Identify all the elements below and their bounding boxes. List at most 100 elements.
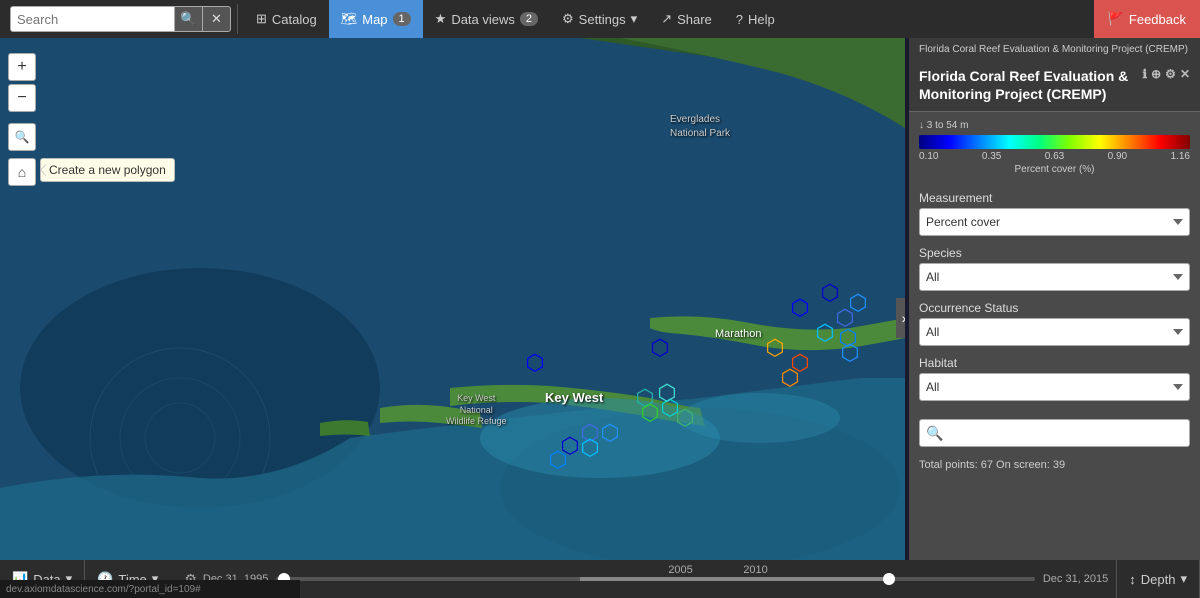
depth-label: ↓ 3 to 54 m bbox=[919, 120, 1190, 131]
catalog-label: Catalog bbox=[272, 12, 317, 27]
occurrence-label: Occurrence Status bbox=[919, 301, 1190, 315]
map-icon: 🗺 bbox=[341, 11, 358, 27]
colorbar-axis-label: Percent cover (%) bbox=[919, 164, 1190, 175]
help-icon: ? bbox=[736, 12, 743, 27]
panel-title-text: Florida Coral Reef Evaluation & Monitori… bbox=[919, 67, 1137, 103]
timeline-range bbox=[580, 577, 883, 581]
close-panel-icon[interactable]: ✕ bbox=[1180, 67, 1190, 81]
settings-panel-icon[interactable]: ⚙ bbox=[1165, 67, 1176, 81]
tick-2: 0.63 bbox=[1045, 151, 1064, 162]
nav-separator bbox=[237, 4, 238, 34]
timeline-bar[interactable] bbox=[276, 577, 1035, 581]
panel-header-small-text: Florida Coral Reef Evaluation & Monitori… bbox=[919, 44, 1188, 55]
hex-point[interactable]: ⬡ bbox=[548, 449, 567, 471]
habitat-label: Habitat bbox=[919, 356, 1190, 370]
timeline-thumb-right[interactable] bbox=[883, 573, 895, 585]
occurrence-group: Occurrence Status All bbox=[919, 301, 1190, 346]
clear-search-button[interactable]: ✕ bbox=[203, 6, 231, 32]
map-svg bbox=[0, 38, 905, 560]
panel-header-small: Florida Coral Reef Evaluation & Monitori… bbox=[909, 38, 1200, 61]
info-icon[interactable]: ℹ bbox=[1143, 67, 1148, 81]
species-group: Species All bbox=[919, 246, 1190, 291]
colorbar-section: ↓ 3 to 54 m 0.10 0.35 0.63 0.90 1.16 Per… bbox=[909, 112, 1200, 183]
hex-point[interactable]: ⬡ bbox=[815, 322, 834, 344]
panel-search-container: 🔍 bbox=[919, 419, 1190, 447]
measurement-group: Measurement Percent cover bbox=[919, 191, 1190, 236]
search-button[interactable]: 🔍 bbox=[175, 6, 203, 32]
tick-1: 0.35 bbox=[982, 151, 1001, 162]
catalog-nav-item[interactable]: ⊞ Catalog bbox=[244, 0, 329, 38]
hex-point[interactable]: ⬡ bbox=[840, 342, 859, 364]
measurement-label: Measurement bbox=[919, 191, 1190, 205]
zoom-fit-button[interactable]: 🔍 bbox=[8, 123, 36, 151]
panel-title-section: Florida Coral Reef Evaluation & Monitori… bbox=[909, 61, 1200, 112]
dataviews-nav-item[interactable]: ★ Data views 2 bbox=[423, 0, 550, 38]
timeline-end-label: Dec 31, 2015 bbox=[1043, 573, 1108, 585]
hex-point[interactable]: ⬡ bbox=[657, 382, 676, 404]
map-label: Map bbox=[362, 12, 387, 27]
depth-icon: ↕ bbox=[1129, 572, 1136, 587]
hex-point[interactable]: ⬡ bbox=[780, 367, 799, 389]
depth-label: Depth bbox=[1141, 572, 1176, 587]
hex-point[interactable]: ⬡ bbox=[640, 402, 659, 424]
species-select[interactable]: All bbox=[919, 263, 1190, 291]
tick-4: 1.16 bbox=[1171, 151, 1190, 162]
timeline-mid2-label: 2010 bbox=[743, 564, 767, 576]
habitat-select[interactable]: All bbox=[919, 373, 1190, 401]
hex-point[interactable]: ⬡ bbox=[650, 337, 669, 359]
settings-chevron-icon: ▾ bbox=[631, 11, 638, 27]
colorbar-ticks: 0.10 0.35 0.63 0.90 1.16 bbox=[919, 151, 1190, 162]
hex-point[interactable]: ⬡ bbox=[580, 437, 599, 459]
map-nav-item[interactable]: 🗺 Map 1 bbox=[329, 0, 423, 38]
map-container[interactable]: EvergladesNational Park Marathon Key Wes… bbox=[0, 38, 905, 560]
top-navigation: 🔍 ✕ ⊞ Catalog 🗺 Map 1 ★ Data views 2 ⚙ S… bbox=[0, 0, 1200, 38]
habitat-group: Habitat All bbox=[919, 356, 1190, 401]
hex-point[interactable]: ⬡ bbox=[765, 337, 784, 359]
search-input[interactable] bbox=[10, 6, 175, 32]
zoom-in-button[interactable]: + bbox=[8, 53, 36, 81]
feedback-button[interactable]: 🚩 Feedback bbox=[1094, 0, 1200, 38]
url-text: dev.axiomdatascience.com/?portal_id=109# bbox=[6, 584, 201, 595]
occurrence-select[interactable]: All bbox=[919, 318, 1190, 346]
hex-point[interactable]: ⬡ bbox=[600, 422, 619, 444]
panel-collapse-button[interactable]: › bbox=[896, 298, 905, 338]
feedback-label: Feedback bbox=[1129, 12, 1186, 27]
polygon-tooltip: Create a new polygon bbox=[40, 158, 175, 182]
share-label: Share bbox=[677, 12, 712, 27]
dataviews-icon: ★ bbox=[435, 11, 447, 27]
nav-right: 🚩 Feedback bbox=[1094, 0, 1200, 38]
draw-polygon-button[interactable]: ⌂ bbox=[8, 158, 36, 186]
panel-form: Measurement Percent cover Species All Oc… bbox=[909, 183, 1200, 419]
species-label: Species bbox=[919, 246, 1190, 260]
zoom-icon[interactable]: ⊕ bbox=[1151, 67, 1161, 81]
timeline-mid1-label: 2005 bbox=[668, 564, 692, 576]
settings-label: Settings bbox=[579, 12, 626, 27]
hex-point[interactable]: ⬡ bbox=[820, 282, 839, 304]
share-icon: ↗ bbox=[661, 11, 672, 27]
map-count-badge: 1 bbox=[393, 12, 411, 26]
share-nav-item[interactable]: ↗ Share bbox=[649, 0, 724, 38]
catalog-icon: ⊞ bbox=[256, 11, 267, 27]
tick-0: 0.10 bbox=[919, 151, 938, 162]
tick-3: 0.90 bbox=[1108, 151, 1127, 162]
timeline-section: ⚙ Dec 31, 1995 2005 2010 Dec 31, 2015 bbox=[170, 571, 1116, 588]
dataviews-count-badge: 2 bbox=[520, 12, 538, 26]
help-nav-item[interactable]: ? Help bbox=[724, 0, 787, 38]
settings-icon: ⚙ bbox=[562, 11, 574, 27]
measurement-select[interactable]: Percent cover bbox=[919, 208, 1190, 236]
panel-search-icon: 🔍 bbox=[920, 425, 949, 442]
panel-search-input[interactable] bbox=[949, 420, 1189, 446]
map-background: EvergladesNational Park Marathon Key Wes… bbox=[0, 38, 905, 560]
hex-point[interactable]: ⬡ bbox=[525, 352, 544, 374]
right-panel: Florida Coral Reef Evaluation & Monitori… bbox=[909, 38, 1200, 560]
dataviews-label: Data views bbox=[451, 12, 515, 27]
depth-chevron-icon: ▾ bbox=[1180, 571, 1187, 587]
zoom-out-button[interactable]: − bbox=[8, 84, 36, 112]
search-container: 🔍 ✕ bbox=[10, 6, 231, 32]
depth-bottom-item[interactable]: ↕ Depth ▾ bbox=[1116, 560, 1200, 598]
settings-nav-item[interactable]: ⚙ Settings ▾ bbox=[550, 0, 649, 38]
panel-icon-group: ℹ ⊕ ⚙ ✕ bbox=[1143, 67, 1190, 81]
hex-point[interactable]: ⬡ bbox=[790, 297, 809, 319]
feedback-icon: 🚩 bbox=[1108, 11, 1124, 27]
hex-point[interactable]: ⬡ bbox=[675, 407, 694, 429]
